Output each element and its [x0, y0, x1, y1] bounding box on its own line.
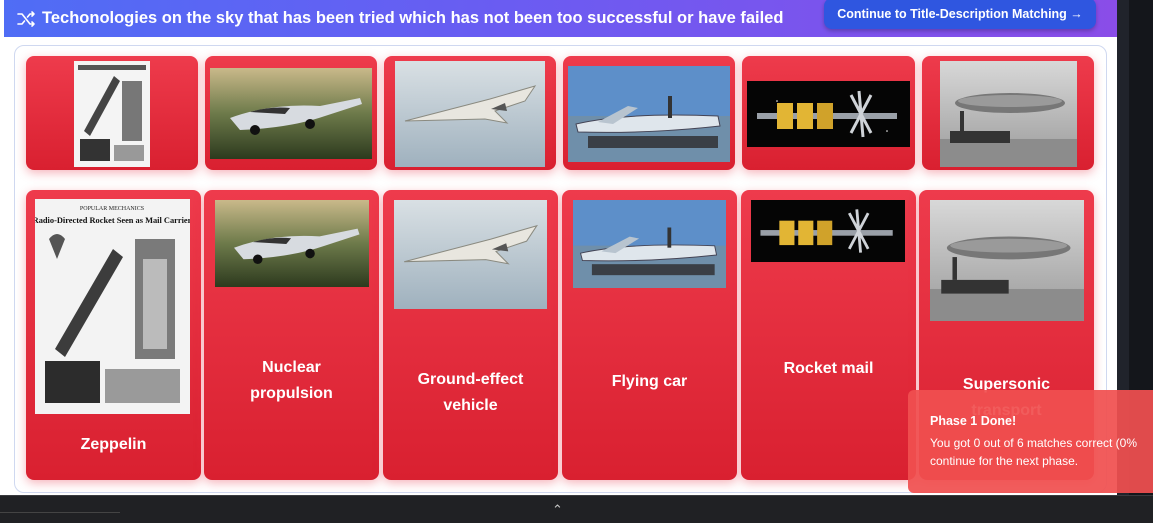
supersonic-jet-image — [394, 200, 547, 309]
toast-message-line: You got 0 out of 6 matches correct (0% — [930, 436, 1138, 450]
image-tile[interactable] — [922, 56, 1094, 170]
image-tile[interactable] — [26, 56, 198, 170]
toast-message-line: continue for the next phase. — [930, 454, 1079, 468]
zeppelin-image — [940, 61, 1077, 167]
header-bar: Techonologies on the sky that has been t… — [4, 0, 1117, 37]
newspaper-headline: Radio-Directed Rocket Seen as Mail Carri… — [35, 216, 190, 225]
ground-effect-vehicle-image — [568, 66, 730, 162]
shuffle-icon — [16, 9, 36, 29]
card-ground-effect-vehicle[interactable]: Ground-effect vehicle — [383, 190, 558, 480]
nuclear-propulsion-image — [747, 81, 910, 147]
phase-complete-toast[interactable]: Phase 1 Done! You got 0 out of 6 matches… — [908, 390, 1153, 493]
nuclear-propulsion-image — [751, 200, 905, 262]
card-label: Zeppelin — [80, 436, 147, 453]
tab-outline — [0, 512, 120, 523]
card-label: Nuclear propulsion — [250, 359, 333, 402]
zeppelin-image — [930, 200, 1084, 321]
flying-car-image — [210, 68, 372, 159]
image-tile[interactable] — [563, 56, 735, 170]
rocket-mail-clipping-image — [74, 61, 150, 167]
supersonic-jet-image — [395, 61, 545, 167]
ground-effect-vehicle-image — [573, 200, 726, 288]
card-label: Rocket mail — [783, 360, 874, 377]
card-flying-car[interactable]: Flying car — [562, 190, 737, 480]
card-nuclear-propulsion[interactable]: Nuclear propulsion — [204, 190, 379, 480]
toast-title: Phase 1 Done! — [930, 414, 1017, 428]
image-tile[interactable] — [742, 56, 915, 170]
card-label: Ground-effect vehicle — [417, 371, 524, 414]
flying-car-image — [215, 200, 369, 287]
browser-bottom-bar: ⌃ — [0, 495, 1153, 523]
chevron-up-icon[interactable]: ⌃ — [552, 502, 563, 518]
continue-button[interactable]: Continue to Title-Description Matching → — [824, 0, 1096, 29]
newspaper-masthead: POPULAR MECHANICS — [80, 206, 144, 212]
card-zeppelin[interactable]: POPULAR MECHANICS Radio-Directed Rocket S… — [26, 190, 201, 480]
page-title: Techonologies on the sky that has been t… — [42, 9, 784, 27]
card-label: Flying car — [611, 373, 688, 390]
image-tile[interactable] — [384, 56, 556, 170]
card-rocket-mail[interactable]: Rocket mail — [741, 190, 916, 480]
rocket-mail-clipping-image: POPULAR MECHANICS Radio-Directed Rocket S… — [35, 199, 190, 414]
image-tile[interactable] — [205, 56, 377, 170]
